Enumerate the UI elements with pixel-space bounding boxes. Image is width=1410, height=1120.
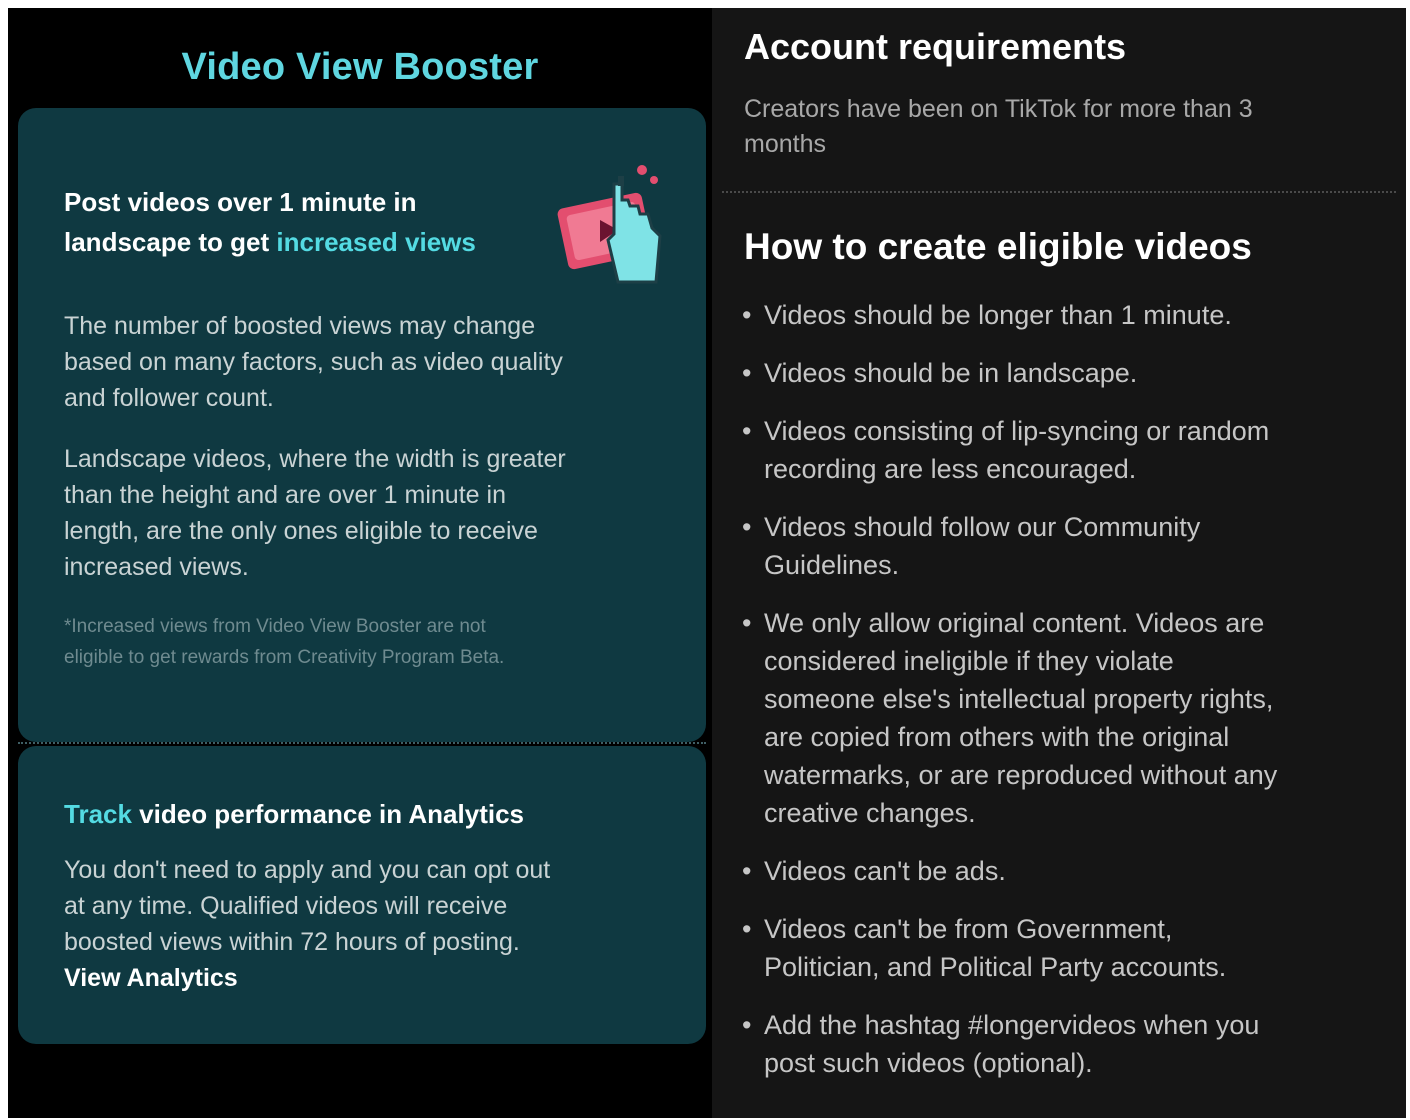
footnote-line: eligible to get rewards from Creativity … [64, 647, 505, 668]
requirements-line: months [744, 130, 826, 158]
bullet-icon: • [742, 358, 752, 388]
list-item: • Videos should follow our Community Guide… [740, 508, 1390, 584]
list-item-line: Videos can't be ads. [764, 856, 1006, 886]
bullet-icon: • [742, 856, 752, 886]
paragraph-line: based on many factors, such as video qua… [64, 348, 563, 376]
paragraph-line: boosted views within 72 hours of posting… [64, 928, 520, 956]
list-item-line: considered ineligible if they violate [764, 646, 1174, 676]
paragraph-line: You don't need to apply and you can opt … [64, 856, 551, 884]
list-item: • Videos consisting of lip-syncing or ran… [740, 412, 1390, 488]
section-divider [722, 191, 1396, 193]
account-requirements-title: Account requirements [744, 26, 1127, 67]
paragraph-line: increased views. [64, 553, 249, 581]
bullet-icon: • [742, 416, 752, 446]
bullet-icon: • [742, 914, 752, 944]
analytics-heading: Track video performance in Analytics [64, 794, 524, 834]
list-item-line: watermarks, or are reproduced without an… [764, 760, 1278, 790]
paragraph-line: and follower count. [64, 384, 274, 412]
list-item-line: creative changes. [764, 798, 976, 828]
list-item-line: Politician, and Political Party accounts… [764, 952, 1227, 982]
list-item: • Add the hashtag #longervideos when you p… [740, 1006, 1390, 1082]
bullet-icon: • [742, 1010, 752, 1040]
list-item-line: We only allow original content. Videos a… [764, 608, 1265, 638]
paragraph-line: at any time. Qualified videos will recei… [64, 892, 508, 920]
analytics-paragraph: You don't need to apply and you can opt … [64, 852, 550, 996]
boosted-views-paragraph: The number of boosted views may change b… [64, 308, 563, 416]
video-view-booster-panel: Video View Booster Post videos over 1 mi… [8, 8, 712, 1118]
hand-pointing-at-video-icon [557, 165, 662, 284]
list-item-line: Videos consisting of lip-syncing or rand… [764, 416, 1270, 446]
account-requirements-text: Creators have been on TikTok for more th… [744, 92, 1364, 162]
list-item-line: Guidelines. [764, 550, 900, 580]
paragraph-line: Landscape videos, where the width is gre… [64, 445, 566, 473]
list-item-line: someone else's intellectual property rig… [764, 684, 1274, 714]
list-item: • Videos can't be ads. [740, 852, 1390, 890]
landscape-paragraph: Landscape videos, where the width is gre… [64, 441, 566, 585]
list-item-line: Videos should follow our Community [764, 512, 1201, 542]
section-divider [18, 742, 706, 744]
analytics-heading-rest: video performance in Analytics [131, 799, 524, 829]
list-item: • Videos can't be from Government, Politic… [740, 910, 1390, 986]
paragraph-line: than the height and are over 1 minute in [64, 481, 506, 509]
list-item-line: Videos can't be from Government, [764, 914, 1173, 944]
list-item-line: post such videos (optional). [764, 1048, 1093, 1078]
card-heading: Post videos over 1 minute in landscape t… [64, 182, 476, 262]
rewards-footnote: *Increased views from Video View Booster… [64, 611, 664, 673]
increased-views-highlight: increased views [276, 227, 476, 257]
bullet-icon: • [742, 300, 752, 330]
footnote-line: *Increased views from Video View Booster… [64, 616, 486, 637]
bullet-icon: • [742, 608, 752, 638]
requirements-panel: Account requirements Creators have been … [712, 8, 1406, 1118]
paragraph-line: The number of boosted views may change [64, 312, 536, 340]
list-item-line: recording are less encouraged. [764, 454, 1137, 484]
analytics-card: Track video performance in Analytics You… [18, 746, 706, 1044]
requirements-line: Creators have been on TikTok for more th… [744, 95, 1253, 123]
card-heading-line-2: landscape to get increased views [64, 222, 476, 262]
list-item-line: Videos should be longer than 1 minute. [764, 300, 1232, 330]
list-item-line: Add the hashtag #longervideos when you [764, 1010, 1260, 1040]
card-heading-prefix: landscape to get [64, 227, 277, 257]
paragraph-line: length, are the only ones eligible to re… [64, 517, 538, 545]
list-item: • Videos should be longer than 1 minute. [740, 296, 1390, 334]
list-item: • We only allow original content. Videos … [740, 604, 1390, 832]
card-heading-line-1: Post videos over 1 minute in [64, 187, 417, 217]
view-analytics-link[interactable]: View Analytics [64, 960, 550, 996]
page-title: Video View Booster [181, 46, 539, 88]
bullet-icon: • [742, 512, 752, 542]
track-highlight: Track [64, 799, 132, 829]
eligible-videos-title: How to create eligible videos [744, 226, 1252, 267]
list-item-line: are copied from others with the original [764, 722, 1230, 752]
eligibility-list: • Videos should be longer than 1 minute. •… [740, 296, 1390, 1102]
list-item-line: Videos should be in landscape. [764, 358, 1138, 388]
list-item: • Videos should be in landscape. [740, 354, 1390, 392]
